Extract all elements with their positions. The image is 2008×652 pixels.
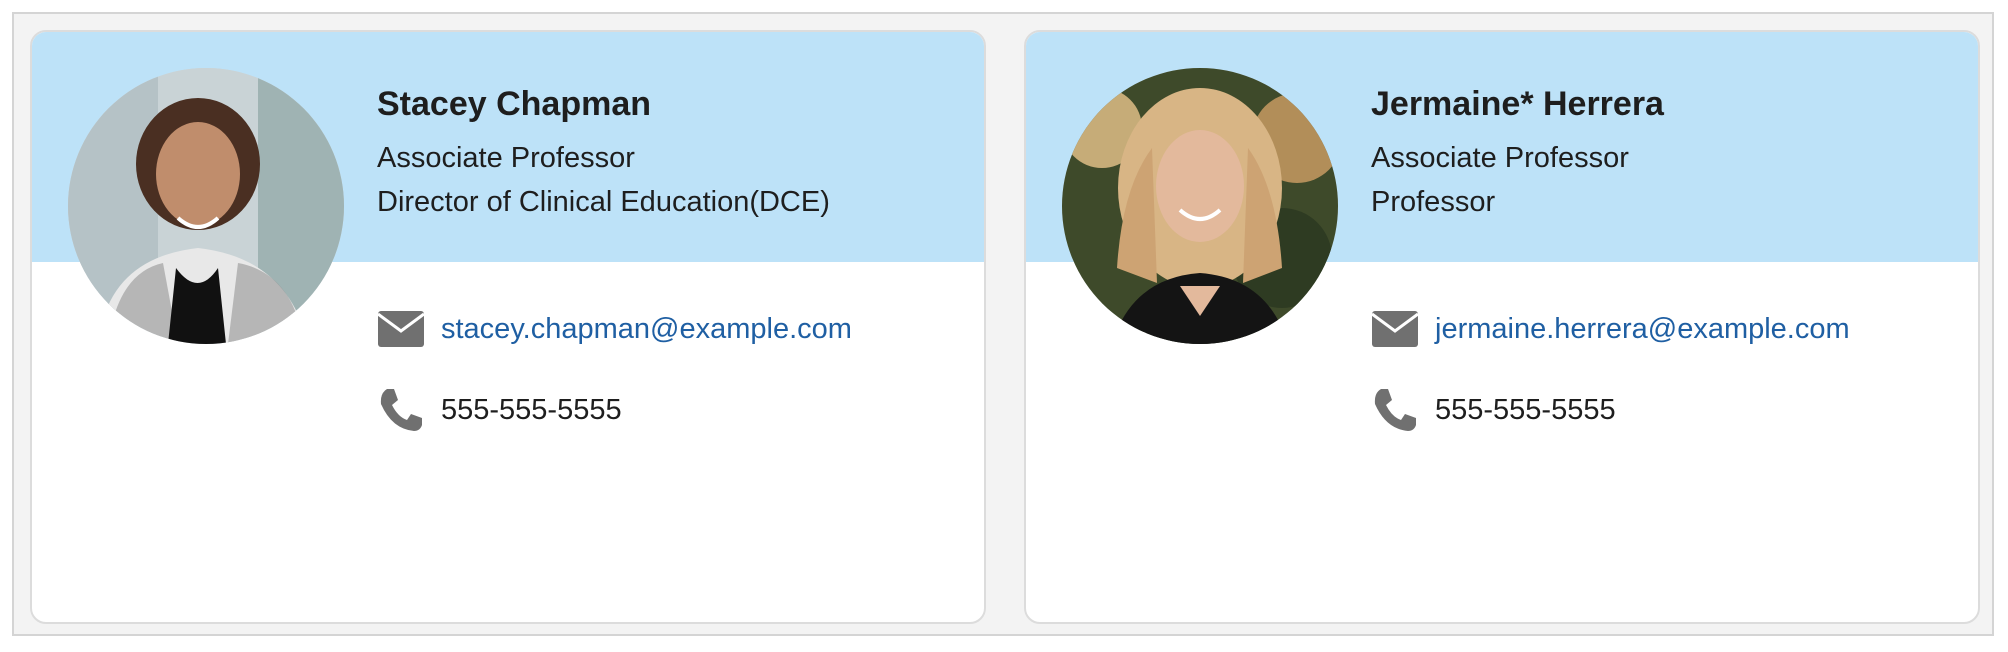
email-row: stacey.chapman@example.com <box>377 305 852 353</box>
profile-card: Stacey Chapman Associate Professor Direc… <box>30 30 986 624</box>
phone-icon <box>377 386 425 434</box>
person-name: Stacey Chapman <box>377 85 651 123</box>
profile-cards-container: Stacey Chapman Associate Professor Direc… <box>12 12 1994 636</box>
envelope-icon <box>1371 305 1419 353</box>
person-title: Associate Professor <box>377 142 635 174</box>
phone-number: 555-555-5555 <box>441 393 622 426</box>
email-link[interactable]: stacey.chapman@example.com <box>441 313 852 346</box>
person-title: Director of Clinical Education(DCE) <box>377 186 830 218</box>
profile-card: Jermaine* Herrera Associate Professor Pr… <box>1024 30 1980 624</box>
phone-row: 555-555-5555 <box>377 386 622 434</box>
profile-photo <box>1062 68 1338 344</box>
phone-number: 555-555-5555 <box>1435 393 1616 426</box>
profile-photo <box>68 68 344 344</box>
envelope-icon <box>377 305 425 353</box>
phone-row: 555-555-5555 <box>1371 386 1616 434</box>
person-name: Jermaine* Herrera <box>1371 85 1664 123</box>
person-title: Associate Professor <box>1371 142 1629 174</box>
email-link[interactable]: jermaine.herrera@example.com <box>1435 313 1850 346</box>
person-title: Professor <box>1371 186 1496 218</box>
phone-icon <box>1371 386 1419 434</box>
email-row: jermaine.herrera@example.com <box>1371 305 1850 353</box>
